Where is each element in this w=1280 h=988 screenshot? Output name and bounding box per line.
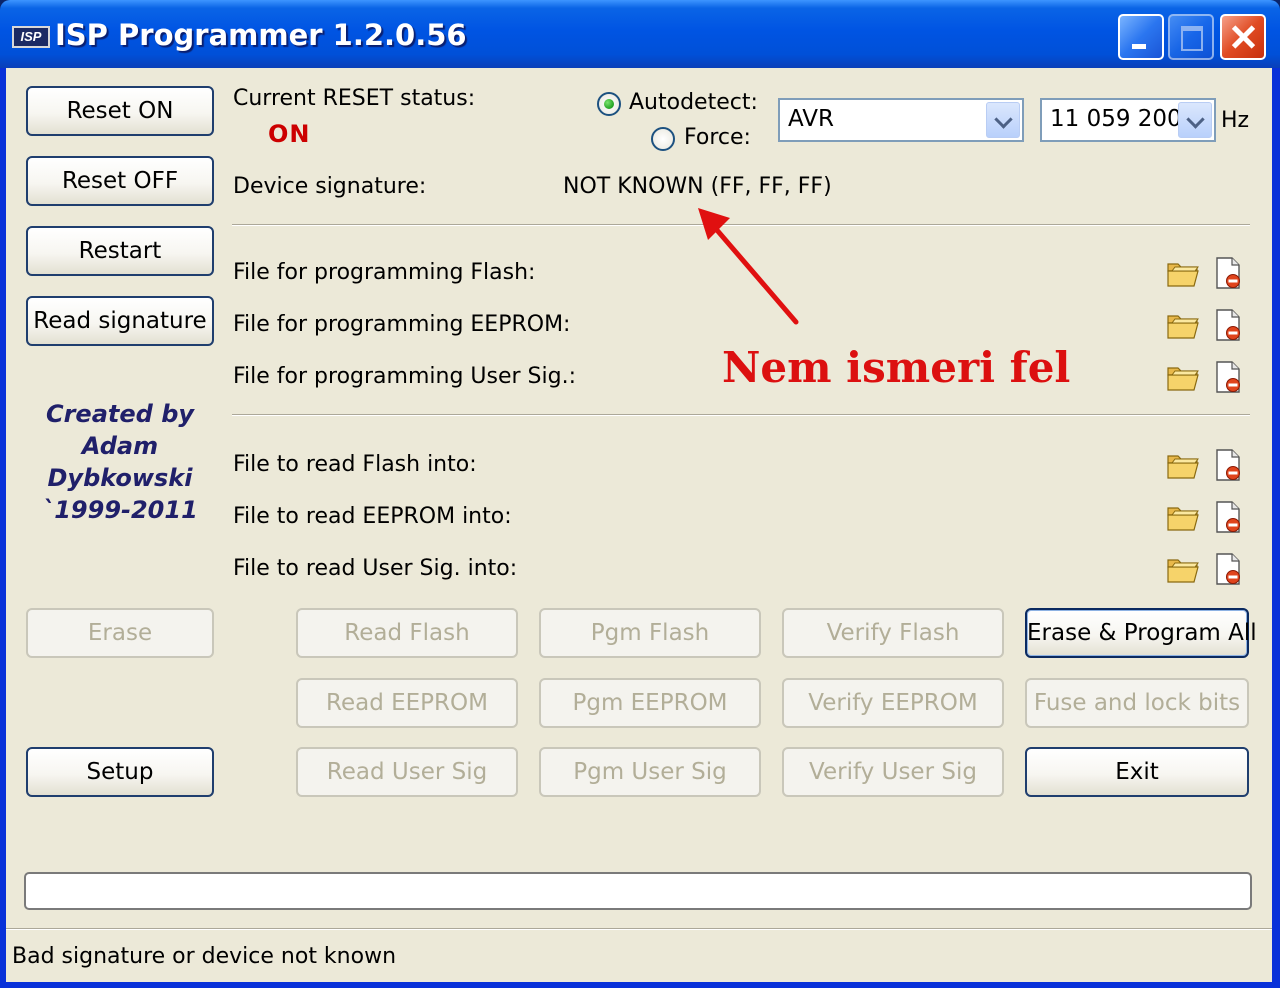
reset-off-button[interactable]: Reset OFF (26, 156, 214, 206)
clear-file-icon[interactable] (1214, 552, 1244, 586)
verify-eeprom-button[interactable]: Verify EEPROM (782, 678, 1004, 728)
device-family-select[interactable]: AVR (778, 98, 1024, 142)
reset-status-value: ON (268, 120, 311, 148)
verify-flash-button[interactable]: Verify Flash (782, 608, 1004, 658)
pgm-eeprom-button[interactable]: Pgm EEPROM (539, 678, 761, 728)
program-usersig-file-label: File for programming User Sig.: (233, 364, 576, 389)
title-bar[interactable]: ISP ISP Programmer 1.2.0.56 (0, 0, 1280, 68)
force-label[interactable]: Force: (684, 125, 751, 150)
read-eeprom-file-label: File to read EEPROM into: (233, 504, 512, 529)
credit-line: Created by (45, 400, 195, 428)
folder-open-icon[interactable] (1166, 554, 1202, 584)
status-bar-text: Bad signature or device not known (12, 944, 397, 969)
annotation-arrow (698, 208, 799, 325)
credit-line: `1999-2011 (42, 496, 198, 524)
read-flash-file-label: File to read Flash into: (233, 452, 477, 477)
credit-line: Dybkowski (47, 464, 193, 492)
window-title: ISP Programmer 1.2.0.56 (55, 18, 467, 52)
clear-file-icon[interactable] (1214, 360, 1244, 394)
erase-program-all-button[interactable]: Erase & Program All (1025, 608, 1257, 658)
clear-file-icon[interactable] (1214, 256, 1244, 290)
read-eeprom-button[interactable]: Read EEPROM (296, 678, 518, 728)
annotation-text: Nem ismeri fel (722, 343, 1071, 392)
read-usersig-file-label: File to read User Sig. into: (233, 556, 518, 581)
window-frame-bottom (0, 982, 1280, 988)
reset-on-button[interactable]: Reset ON (26, 86, 214, 136)
window-frame-right (1272, 68, 1280, 988)
progress-bar (24, 872, 1252, 910)
maximize-button (1168, 14, 1214, 60)
pgm-flash-button[interactable]: Pgm Flash (539, 608, 761, 658)
clear-file-icon[interactable] (1214, 308, 1244, 342)
read-user-sig-button[interactable]: Read User Sig (296, 747, 518, 797)
read-signature-button[interactable]: Read signature (26, 296, 214, 346)
app-icon: ISP (12, 26, 50, 48)
fuse-lock-bits-button[interactable]: Fuse and lock bits (1025, 678, 1249, 728)
author-credit: Created by Adam Dybkowski `1999-2011 (22, 398, 218, 526)
verify-user-sig-button[interactable]: Verify User Sig (782, 747, 1004, 797)
erase-button[interactable]: Erase (26, 608, 214, 658)
program-flash-file-label: File for programming Flash: (233, 260, 536, 285)
restart-button[interactable]: Restart (26, 226, 214, 276)
device-signature-label: Device signature: (233, 174, 427, 199)
credit-line: Adam (81, 432, 159, 460)
device-signature-value: NOT KNOWN (FF, FF, FF) (563, 174, 832, 199)
frequency-value: 11 059 200 (1050, 106, 1182, 132)
program-eeprom-file-label: File for programming EEPROM: (233, 312, 571, 337)
chevron-down-icon[interactable] (1178, 102, 1212, 138)
folder-open-icon[interactable] (1166, 258, 1202, 288)
divider (232, 414, 1250, 416)
status-bar-divider (6, 928, 1272, 930)
folder-open-icon[interactable] (1166, 362, 1202, 392)
frequency-unit: Hz (1221, 108, 1250, 133)
chevron-down-icon[interactable] (986, 102, 1020, 138)
read-flash-button[interactable]: Read Flash (296, 608, 518, 658)
close-button[interactable] (1220, 14, 1266, 60)
autodetect-label[interactable]: Autodetect: (629, 90, 758, 115)
autodetect-radio[interactable] (597, 92, 621, 116)
exit-button[interactable]: Exit (1025, 747, 1249, 797)
minimize-button[interactable] (1118, 14, 1164, 60)
reset-status-label: Current RESET status: (233, 86, 476, 111)
frequency-select[interactable]: 11 059 200 (1040, 98, 1216, 142)
force-radio[interactable] (651, 127, 675, 151)
folder-open-icon[interactable] (1166, 310, 1202, 340)
clear-file-icon[interactable] (1214, 448, 1244, 482)
pgm-user-sig-button[interactable]: Pgm User Sig (539, 747, 761, 797)
folder-open-icon[interactable] (1166, 450, 1202, 480)
setup-button[interactable]: Setup (26, 747, 214, 797)
folder-open-icon[interactable] (1166, 502, 1202, 532)
device-family-value: AVR (788, 106, 834, 132)
clear-file-icon[interactable] (1214, 500, 1244, 534)
